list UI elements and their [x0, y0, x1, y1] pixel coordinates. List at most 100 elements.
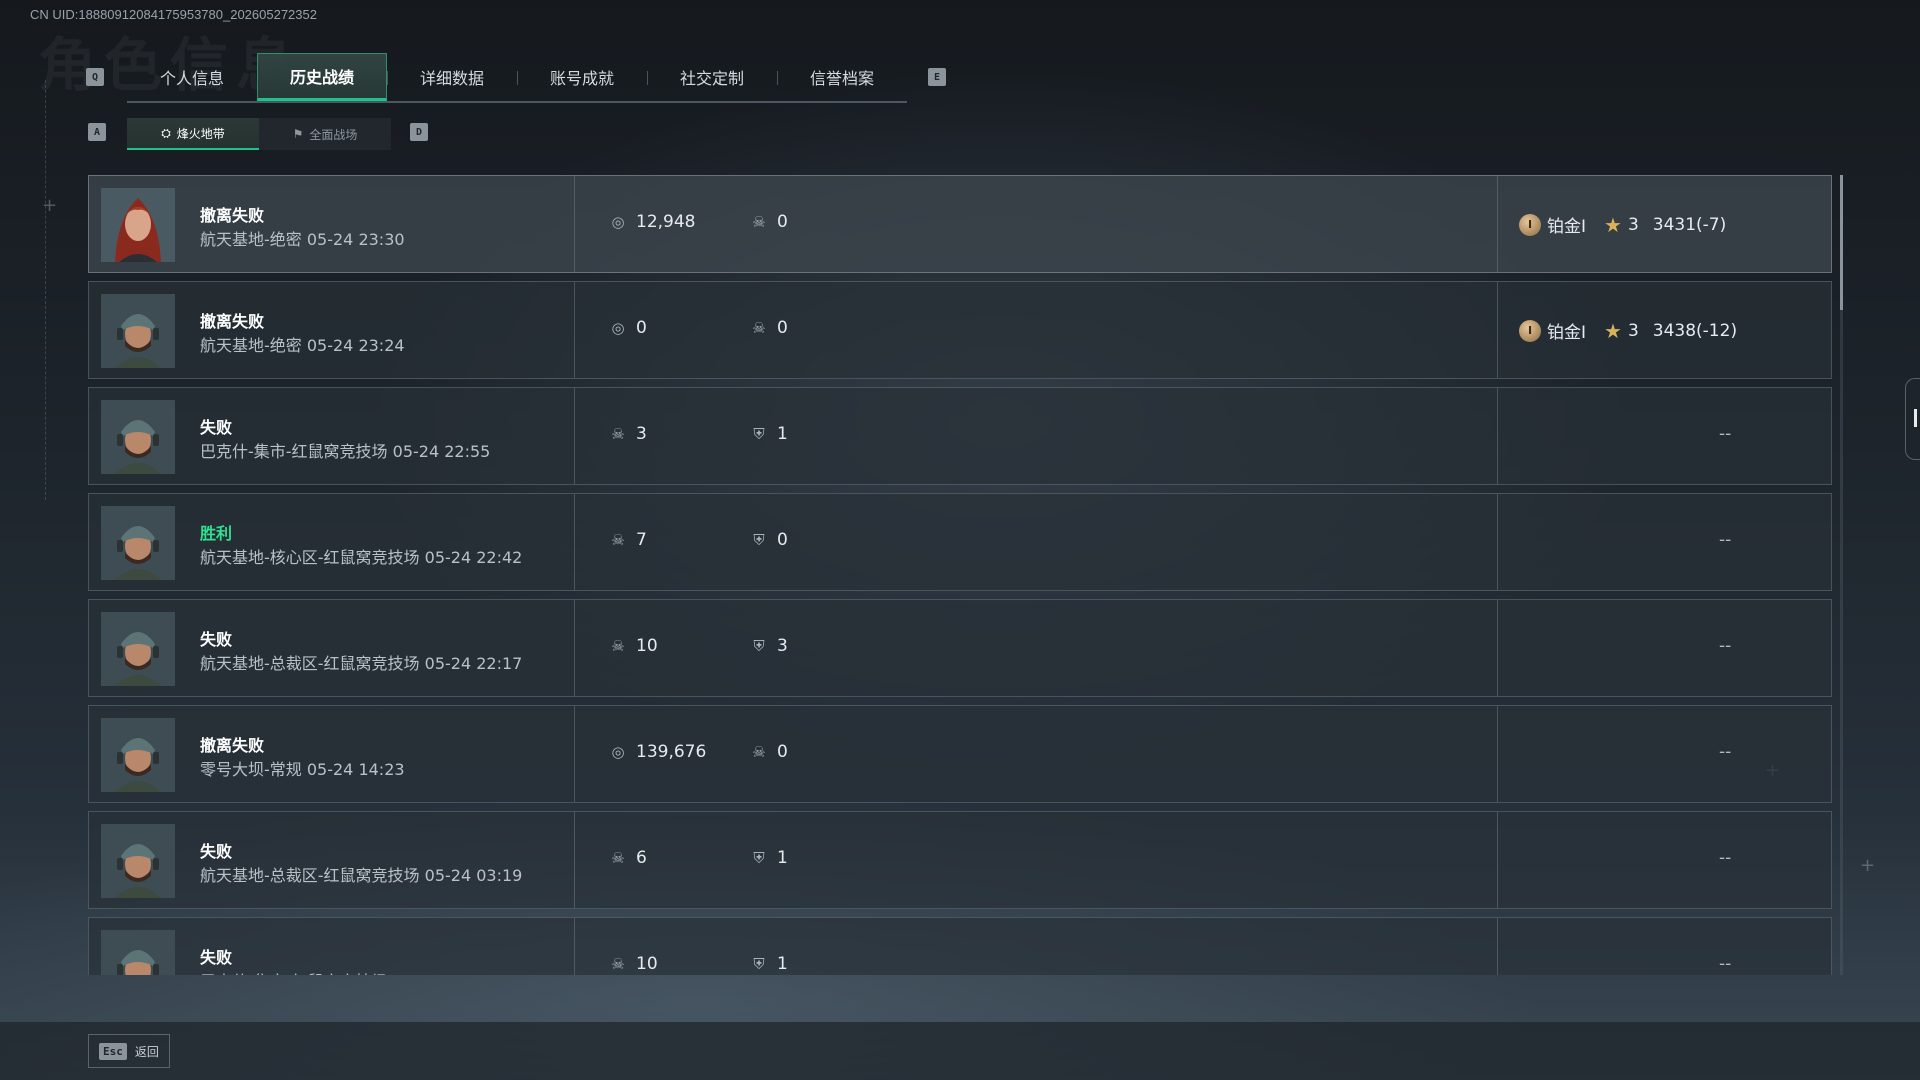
- row-divider: [1497, 282, 1498, 378]
- stat-primary: ◎ 12,948: [608, 212, 695, 232]
- stat-primary: ☠ 7: [608, 530, 647, 550]
- match-record-row[interactable]: 失败 航天基地-总裁区-红鼠窝竞技场 05-24 03:19 ☠ 6 ⛨ 1 --: [88, 811, 1832, 909]
- stat-secondary: ☠ 0: [749, 318, 788, 338]
- stat-secondary-value: 1: [777, 954, 788, 974]
- handshake-icon: ⛨: [753, 849, 765, 867]
- subtab-prev-key[interactable]: A: [88, 123, 106, 141]
- stat-primary-value: 6: [636, 848, 647, 868]
- skull-icon: ☠: [611, 637, 625, 655]
- stat-secondary-value: 3: [777, 636, 788, 656]
- rank-info: I 铂金Ⅰ ★ 3 3438(-12): [1519, 318, 1737, 343]
- match-record-row[interactable]: 失败巴克什-集市-红鼠窝竞技场 05-24 02:50☠10⛨1--: [88, 917, 1832, 975]
- rank-stars: 3: [1627, 214, 1639, 235]
- row-divider: [574, 494, 575, 590]
- tab-3[interactable]: 账号成就: [517, 53, 647, 101]
- rank-score: 3431(-7): [1652, 214, 1727, 235]
- handshake-icon: ⛨: [753, 425, 765, 443]
- stat-primary: ☠ 6: [608, 848, 647, 868]
- rank-empty: --: [1719, 424, 1732, 444]
- tab-2[interactable]: 详细数据: [387, 53, 517, 101]
- male-operator-avatar: [101, 930, 175, 975]
- back-label: 返回: [134, 1044, 159, 1059]
- tab-1[interactable]: 历史战绩: [257, 53, 387, 101]
- match-result: 撤离失败: [200, 736, 265, 755]
- row-divider: [574, 706, 575, 802]
- match-record-row[interactable]: 胜利 航天基地-核心区-红鼠窝竞技场 05-24 22:42 ☠ 7 ⛨ 0 --: [88, 493, 1832, 591]
- stat-primary: ◎ 0: [608, 318, 647, 338]
- match-result: 胜利: [200, 524, 233, 543]
- stat-primary: ☠ 3: [608, 424, 647, 444]
- match-record-row[interactable]: 失败 航天基地-总裁区-红鼠窝竞技场 05-24 22:17 ☠ 10 ⛨ 3 --: [88, 599, 1832, 697]
- row-divider: [574, 918, 575, 975]
- stat-primary-value: 3: [636, 424, 647, 444]
- row-divider: [1497, 176, 1498, 272]
- rank-empty: --: [1719, 530, 1732, 550]
- row-divider: [1497, 812, 1498, 908]
- row-divider: [574, 282, 575, 378]
- row-divider: [1497, 494, 1498, 590]
- male-operator-avatar: [101, 718, 175, 792]
- scrollbar-thumb[interactable]: [1840, 175, 1843, 310]
- handshake-icon: ⛨: [753, 955, 765, 973]
- stat-secondary: ☠ 0: [749, 212, 788, 232]
- stat-secondary: ⛨ 1: [749, 424, 788, 444]
- decor-cross-icon: +: [1860, 855, 1876, 876]
- match-map-time: 航天基地-绝密 05-24 23:24: [200, 336, 405, 355]
- skull-icon: ☠: [752, 213, 766, 231]
- match-map-time: 巴克什-集市-红鼠窝竞技场 05-24 22:55: [200, 442, 491, 461]
- stat-primary: ☠ 10: [608, 954, 658, 974]
- match-record-row[interactable]: 撤离失败 航天基地-绝密 05-24 23:30 ◎ 12,948 ☠ 0 I 铂金Ⅰ ★ 3 34…: [88, 175, 1832, 273]
- tab-0[interactable]: 个人信息: [127, 53, 257, 101]
- rank-name: 铂金Ⅰ: [1547, 217, 1587, 237]
- skull-icon: ☠: [611, 955, 625, 973]
- male-operator-avatar: [101, 400, 175, 474]
- list-scrollbar[interactable]: [1840, 175, 1843, 975]
- star-icon: ★: [1604, 318, 1622, 343]
- match-history-list[interactable]: 撤离失败 航天基地-绝密 05-24 23:30 ◎ 12,948 ☠ 0 I 铂金Ⅰ ★ 3 34…: [88, 175, 1832, 975]
- stat-secondary-value: 1: [777, 848, 788, 868]
- decor-line: [45, 80, 47, 500]
- stat-secondary-value: 0: [777, 742, 788, 762]
- tab-4[interactable]: 社交定制: [647, 53, 777, 101]
- subtab-next-key[interactable]: D: [410, 123, 428, 141]
- match-result: 失败: [200, 418, 233, 437]
- skull-icon: ☠: [611, 425, 625, 443]
- stat-primary-value: 12,948: [636, 212, 696, 232]
- handshake-icon: ⛨: [753, 531, 765, 549]
- subtab-0[interactable]: ⛭ 烽火地带: [127, 118, 259, 150]
- main-tabs: 个人信息 历史战绩 详细数据 账号成就 社交定制 信誉档案: [127, 53, 907, 103]
- stat-secondary: ☠ 0: [749, 742, 788, 762]
- male-operator-avatar: [101, 612, 175, 686]
- match-map-time: 航天基地-绝密 05-24 23:30: [200, 230, 405, 249]
- stat-secondary: ⛨ 1: [749, 954, 788, 974]
- stat-primary-value: 10: [636, 636, 658, 656]
- match-record-row[interactable]: 撤离失败 零号大坝-常规 05-24 14:23 ◎ 139,676 ☠ 0 --: [88, 705, 1832, 803]
- uid-label: CN UID:18880912084175953780_202605272352: [30, 7, 317, 22]
- stat-secondary-value: 0: [777, 530, 788, 550]
- match-record-row[interactable]: 撤离失败 航天基地-绝密 05-24 23:24 ◎ 0 ☠ 0 I 铂金Ⅰ ★ 3 3438(-1…: [88, 281, 1832, 379]
- match-map-time: 零号大坝-常规 05-24 14:23: [200, 760, 405, 779]
- tab-next-key[interactable]: E: [928, 68, 946, 86]
- stat-secondary-value: 1: [777, 424, 788, 444]
- match-map-time: 航天基地-总裁区-红鼠窝竞技场 05-24 03:19: [200, 866, 523, 885]
- esc-key: Esc: [99, 1042, 127, 1060]
- back-button[interactable]: Esc 返回: [88, 1034, 170, 1068]
- row-divider: [574, 812, 575, 908]
- male-operator-avatar: [101, 294, 175, 368]
- row-divider: [1497, 600, 1498, 696]
- coin-icon: ◎: [611, 319, 625, 337]
- match-record-row[interactable]: 失败 巴克什-集市-红鼠窝竞技场 05-24 22:55 ☠ 3 ⛨ 1 --: [88, 387, 1832, 485]
- side-drawer-handle[interactable]: [1905, 378, 1920, 460]
- subtab-1[interactable]: ⚑ 全面战场: [259, 118, 391, 150]
- coin-icon: ◎: [611, 743, 625, 761]
- stat-primary-value: 139,676: [636, 742, 707, 762]
- coin-icon: ◎: [611, 213, 625, 231]
- tab-5[interactable]: 信誉档案: [777, 53, 907, 101]
- rank-empty: --: [1719, 848, 1732, 868]
- mode-subtabs: ⛭ 烽火地带 ⚑ 全面战场: [127, 118, 391, 150]
- stat-primary-value: 0: [636, 318, 647, 338]
- rank-empty: --: [1719, 636, 1732, 656]
- tab-prev-key[interactable]: Q: [86, 68, 104, 86]
- stat-primary-value: 10: [636, 954, 658, 974]
- row-divider: [1497, 706, 1498, 802]
